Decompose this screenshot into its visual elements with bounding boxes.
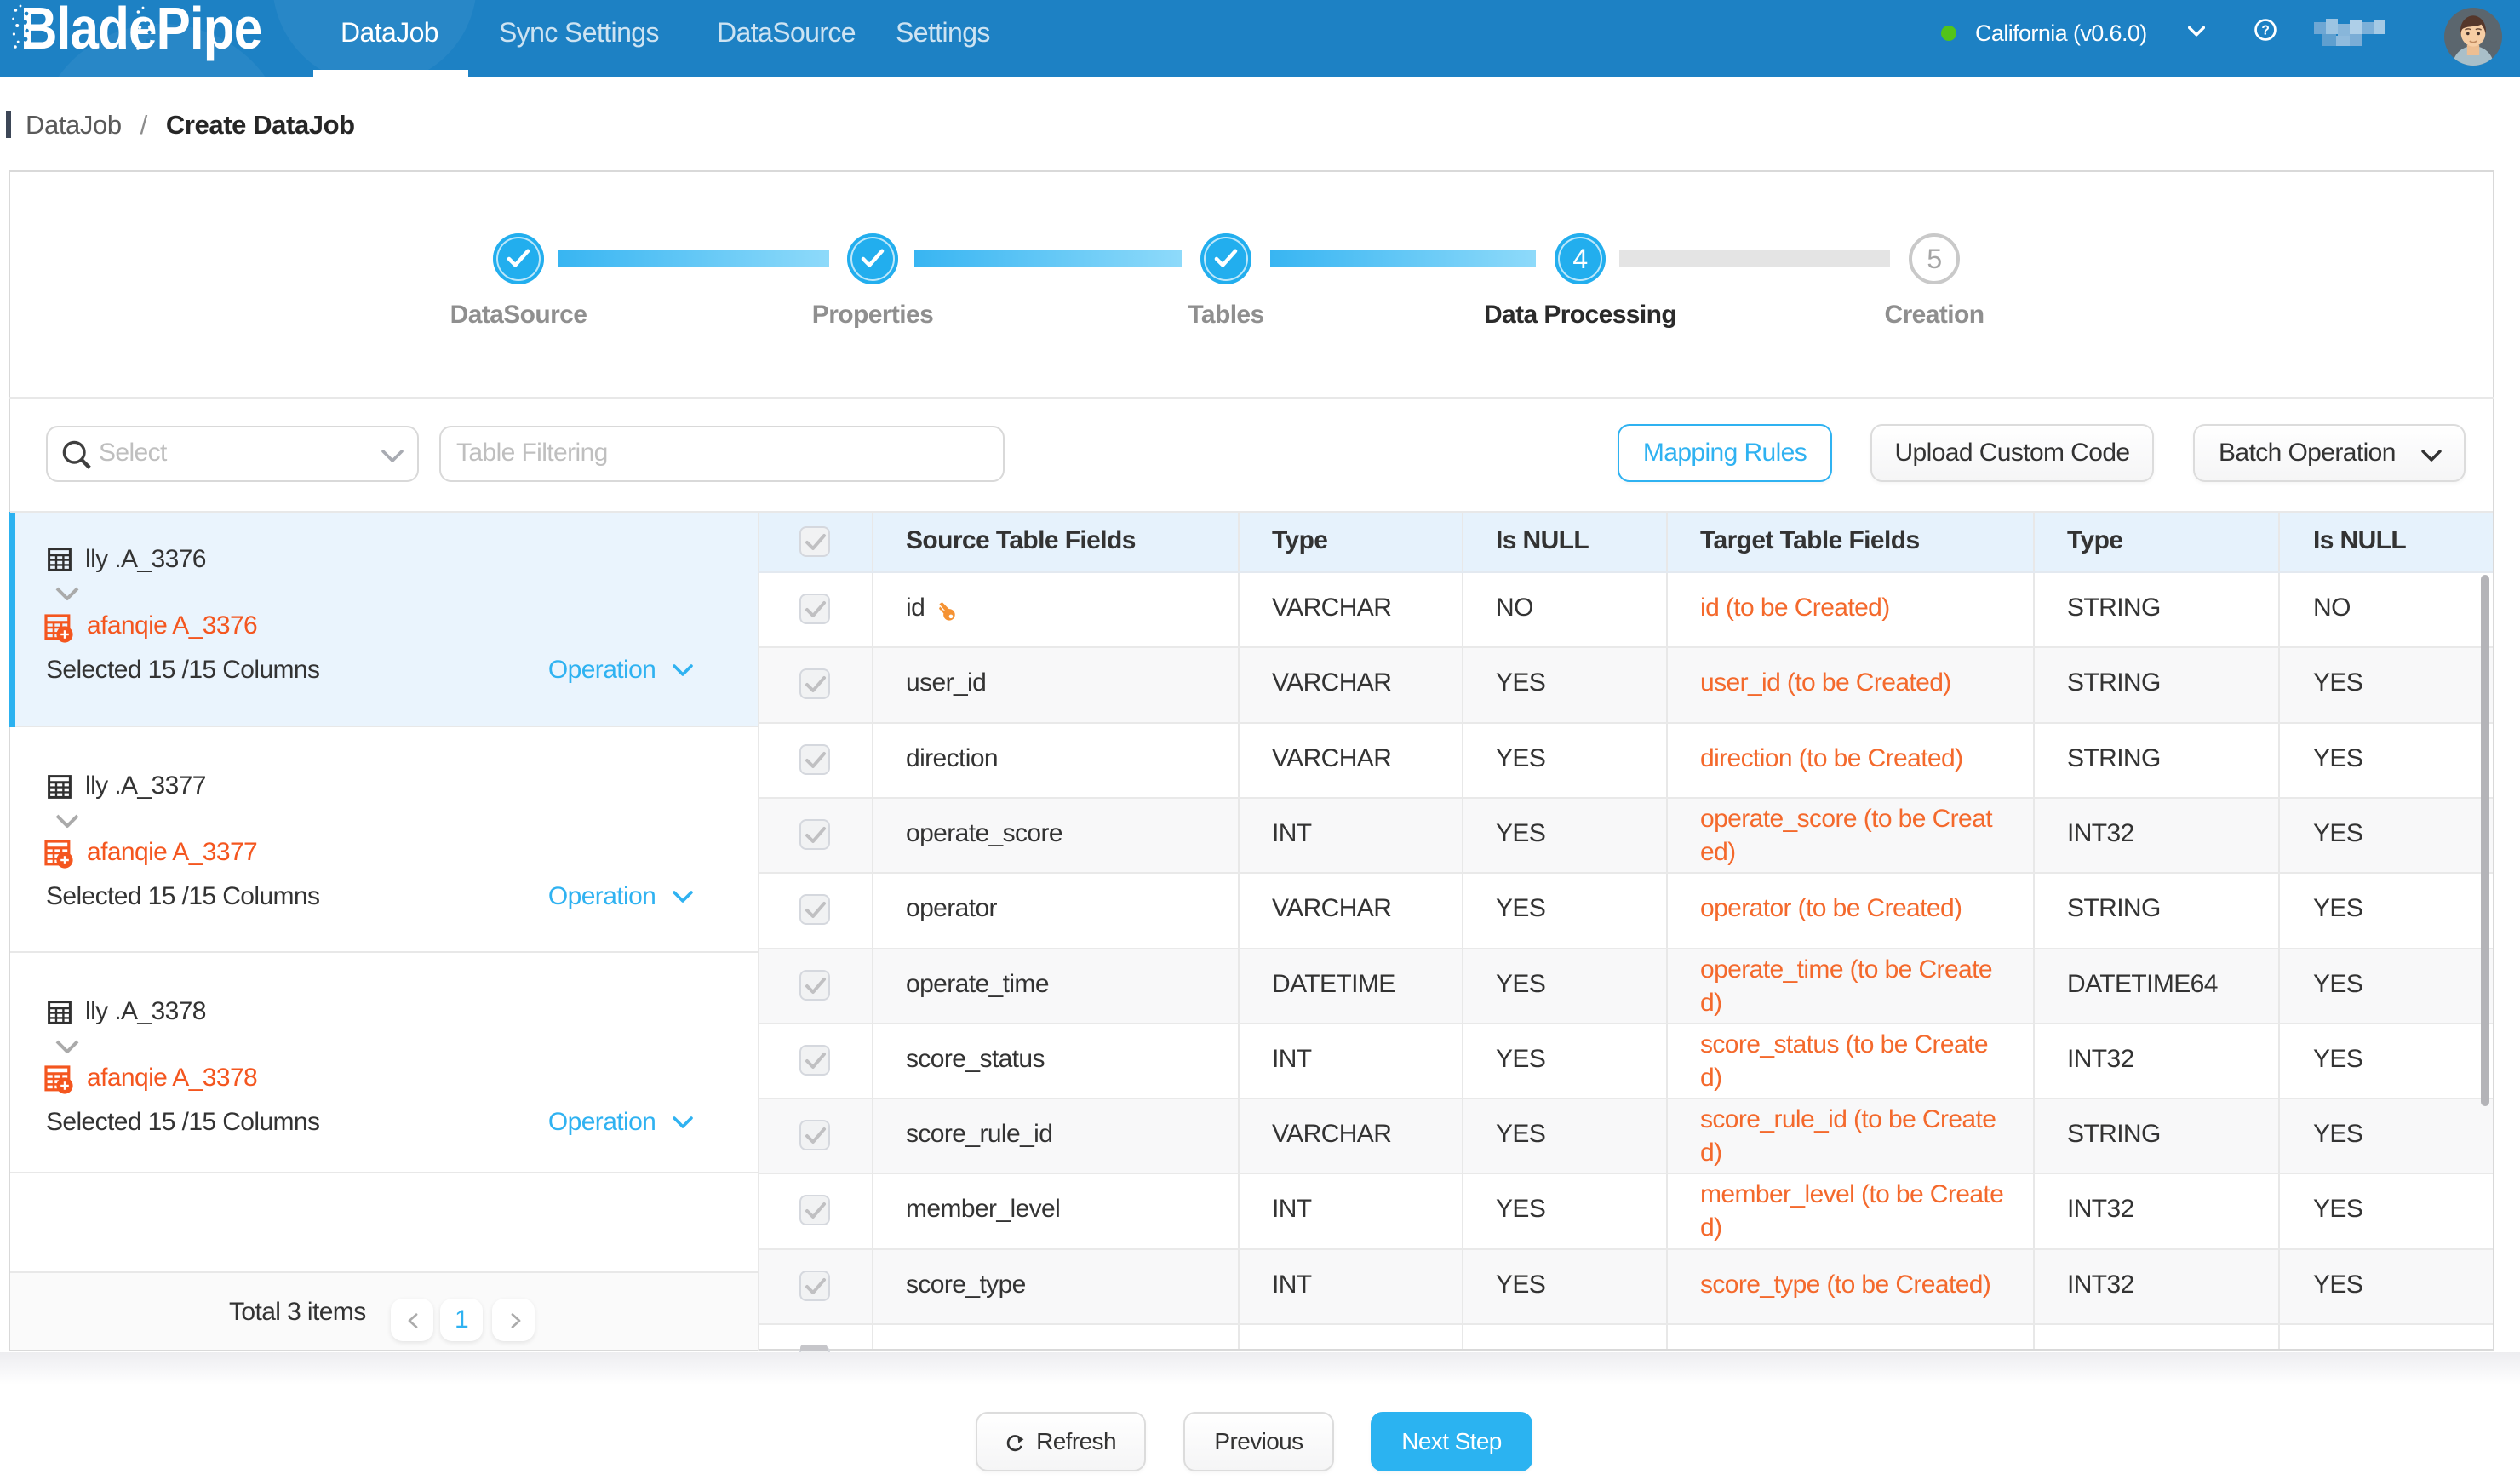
svg-text:?: ? [2261, 24, 2269, 38]
